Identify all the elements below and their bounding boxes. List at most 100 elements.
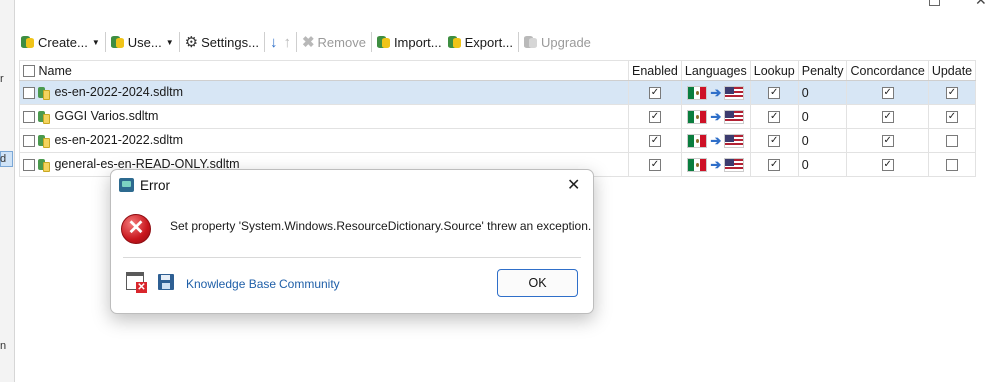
tm-grid: Name Enabled Languages Lookup Penalty Co… [19, 60, 977, 177]
lookup-checkbox[interactable]: ✓ [768, 87, 781, 100]
table-row[interactable]: es-en-2021-2022.sdltm ✓ ➔ ✓ 0 ✓ [19, 128, 977, 153]
update-cell[interactable]: ✓ [927, 80, 977, 105]
row-select-checkbox[interactable] [23, 135, 35, 148]
database-icon [21, 35, 35, 49]
enabled-cell[interactable]: ✓ [628, 80, 682, 105]
usa-flag-icon [724, 85, 745, 100]
enabled-checkbox[interactable]: ✓ [648, 135, 661, 148]
enabled-cell[interactable]: ✓ [628, 104, 682, 129]
mexico-flag-icon [687, 109, 708, 124]
create-button[interactable]: Create... ▼ [18, 30, 103, 54]
move-down-button[interactable]: ↓ [267, 30, 281, 54]
left-panel-strip: r d n [0, 0, 15, 382]
lookup-cell[interactable]: ✓ [749, 128, 799, 153]
use-label: Use... [127, 34, 162, 50]
settings-button[interactable]: ⚙ Settings... [182, 30, 262, 54]
row-select-checkbox[interactable] [23, 111, 35, 124]
update-checkbox[interactable]: ✓ [945, 111, 958, 124]
dialog-close-button[interactable]: ✕ [567, 175, 580, 195]
name-cell[interactable]: es-en-2021-2022.sdltm [19, 128, 629, 153]
left-panel-fragment: r [0, 73, 4, 85]
arrow-right-icon: ➔ [710, 156, 722, 172]
arrow-right-icon: ➔ [710, 108, 722, 124]
lookup-cell[interactable]: ✓ [749, 152, 799, 177]
concordance-cell[interactable]: ✓ [846, 152, 929, 177]
table-row[interactable]: es-en-2022-2024.sdltm ✓ ➔ ✓ 0 ✓ ✓ [19, 80, 977, 105]
maximize-button[interactable] [929, 0, 940, 6]
community-link[interactable]: Community [279, 277, 340, 291]
row-select-checkbox[interactable] [23, 159, 35, 172]
lookup-cell[interactable]: ✓ [749, 80, 799, 105]
trados-app-icon [119, 178, 134, 192]
lookup-cell[interactable]: ✓ [749, 104, 799, 129]
languages-cell: ➔ [680, 152, 751, 177]
concordance-checkbox[interactable]: ✓ [881, 87, 894, 100]
penalty-cell[interactable]: 0 [797, 104, 848, 129]
enabled-checkbox[interactable]: ✓ [648, 111, 661, 124]
upgrade-label: Upgrade [541, 34, 591, 50]
lookup-checkbox[interactable]: ✓ [768, 159, 781, 172]
header-lookup[interactable]: Lookup [749, 60, 799, 81]
translation-memory-icon [38, 158, 52, 172]
concordance-cell[interactable]: ✓ [846, 80, 929, 105]
toolbar-separator [263, 32, 265, 52]
table-row[interactable]: GGGI Varios.sdltm ✓ ➔ ✓ 0 ✓ ✓ [19, 104, 977, 129]
enabled-cell[interactable]: ✓ [628, 128, 682, 153]
export-button[interactable]: Export... [445, 30, 516, 54]
header-name[interactable]: Name [19, 60, 629, 81]
update-cell[interactable] [927, 128, 977, 153]
save-icon[interactable] [158, 274, 174, 290]
window-close-button[interactable]: ✕ [975, 0, 987, 9]
concordance-checkbox[interactable]: ✓ [881, 111, 894, 124]
header-enabled[interactable]: Enabled [628, 60, 682, 81]
update-checkbox[interactable]: ✓ [945, 87, 958, 100]
update-cell[interactable]: ✓ [927, 104, 977, 129]
row-select-checkbox[interactable] [23, 87, 35, 100]
header-penalty[interactable]: Penalty [797, 60, 848, 81]
tm-name: es-en-2022-2024.sdltm [54, 85, 184, 100]
toolbar-separator [178, 32, 180, 52]
name-cell[interactable]: es-en-2022-2024.sdltm [19, 80, 629, 105]
move-up-button[interactable]: ↑ [280, 30, 294, 54]
penalty-cell[interactable]: 0 [797, 152, 848, 177]
enabled-cell[interactable]: ✓ [628, 152, 682, 177]
update-checkbox[interactable] [945, 135, 958, 148]
concordance-checkbox[interactable]: ✓ [881, 159, 894, 172]
remove-button[interactable]: ✖ Remove [299, 30, 369, 54]
arrow-up-icon: ↑ [283, 33, 291, 51]
concordance-checkbox[interactable]: ✓ [881, 135, 894, 148]
lookup-checkbox[interactable]: ✓ [768, 135, 781, 148]
header-update[interactable]: Update [927, 60, 977, 81]
enabled-checkbox[interactable]: ✓ [648, 87, 661, 100]
concordance-cell[interactable]: ✓ [846, 104, 929, 129]
penalty-cell[interactable]: 0 [797, 80, 848, 105]
usa-flag-icon [724, 157, 745, 172]
lookup-checkbox[interactable]: ✓ [768, 111, 781, 124]
header-name-label: Name [38, 63, 72, 78]
arrow-down-icon: ↓ [269, 33, 278, 51]
arrow-right-icon: ➔ [710, 132, 722, 148]
header-languages[interactable]: Languages [680, 60, 751, 81]
enabled-checkbox[interactable]: ✓ [648, 159, 661, 172]
concordance-cell[interactable]: ✓ [846, 128, 929, 153]
window-error-icon[interactable]: ✕ [126, 272, 147, 293]
chevron-down-icon[interactable]: ▼ [166, 38, 174, 47]
toolbar-separator [104, 32, 106, 52]
use-button[interactable]: Use... ▼ [108, 30, 177, 54]
select-all-checkbox[interactable] [23, 65, 35, 78]
mexico-flag-icon [687, 85, 708, 100]
arrow-right-icon: ➔ [710, 84, 722, 100]
chevron-down-icon[interactable]: ▼ [92, 38, 100, 47]
update-checkbox[interactable] [945, 159, 958, 172]
penalty-cell[interactable]: 0 [797, 128, 848, 153]
knowledge-base-link[interactable]: Knowledge Base [186, 277, 276, 291]
upgrade-database-icon [524, 35, 538, 49]
name-cell[interactable]: GGGI Varios.sdltm [19, 104, 629, 129]
header-concordance[interactable]: Concordance [846, 60, 929, 81]
import-button[interactable]: Import... [374, 30, 445, 54]
dialog-separator [123, 257, 581, 258]
ok-button[interactable]: OK [497, 269, 578, 297]
gear-icon: ⚙ [184, 33, 199, 51]
update-cell[interactable] [927, 152, 977, 177]
upgrade-button[interactable]: Upgrade [521, 30, 594, 54]
